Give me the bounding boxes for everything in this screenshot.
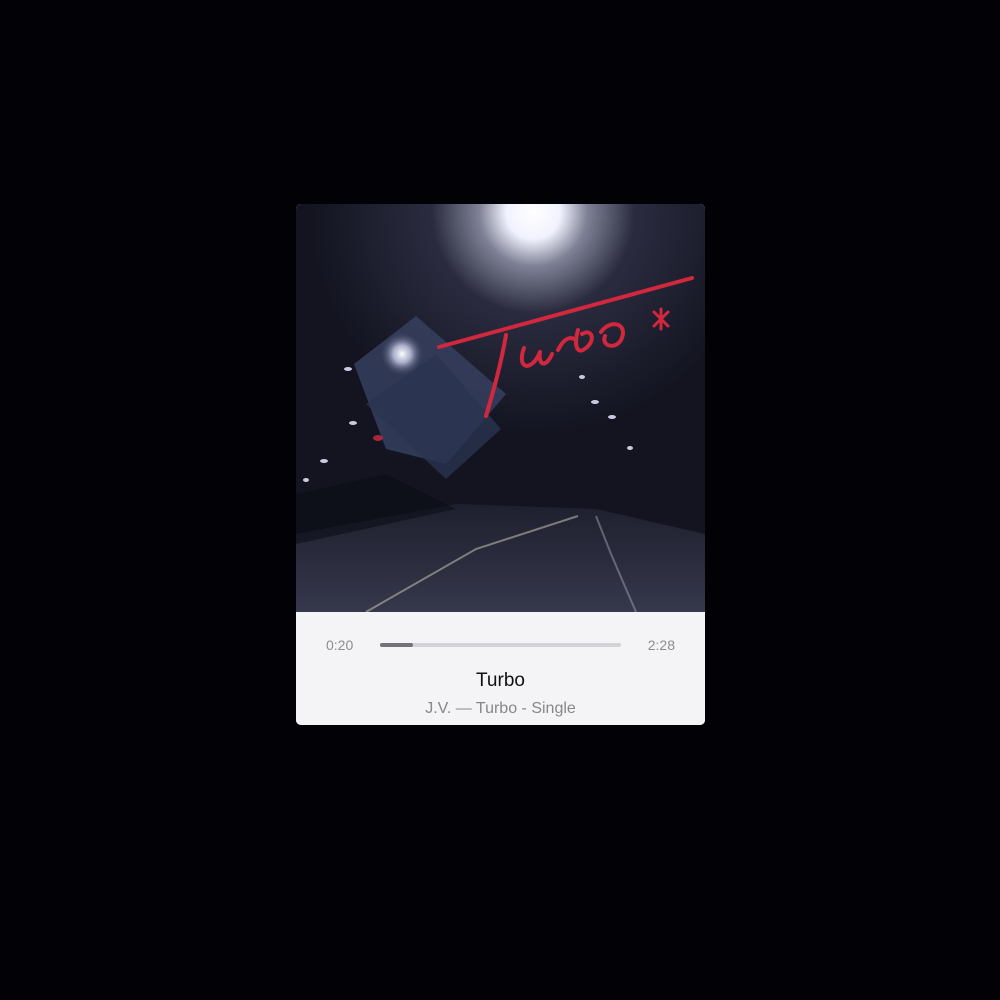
progress-scrubber[interactable] [380,643,621,647]
now-playing-card: 0:20 2:28 Turbo J.V. — Turbo - Single [296,204,705,725]
total-duration: 2:28 [647,637,675,653]
track-title: Turbo [476,670,525,691]
progress-fill [380,643,413,647]
playback-panel: 0:20 2:28 Turbo J.V. — Turbo - Single [296,612,705,725]
elapsed-time: 0:20 [326,637,354,653]
album-artwork [296,204,705,612]
artist-album-subtitle: J.V. — Turbo - Single [425,700,576,717]
